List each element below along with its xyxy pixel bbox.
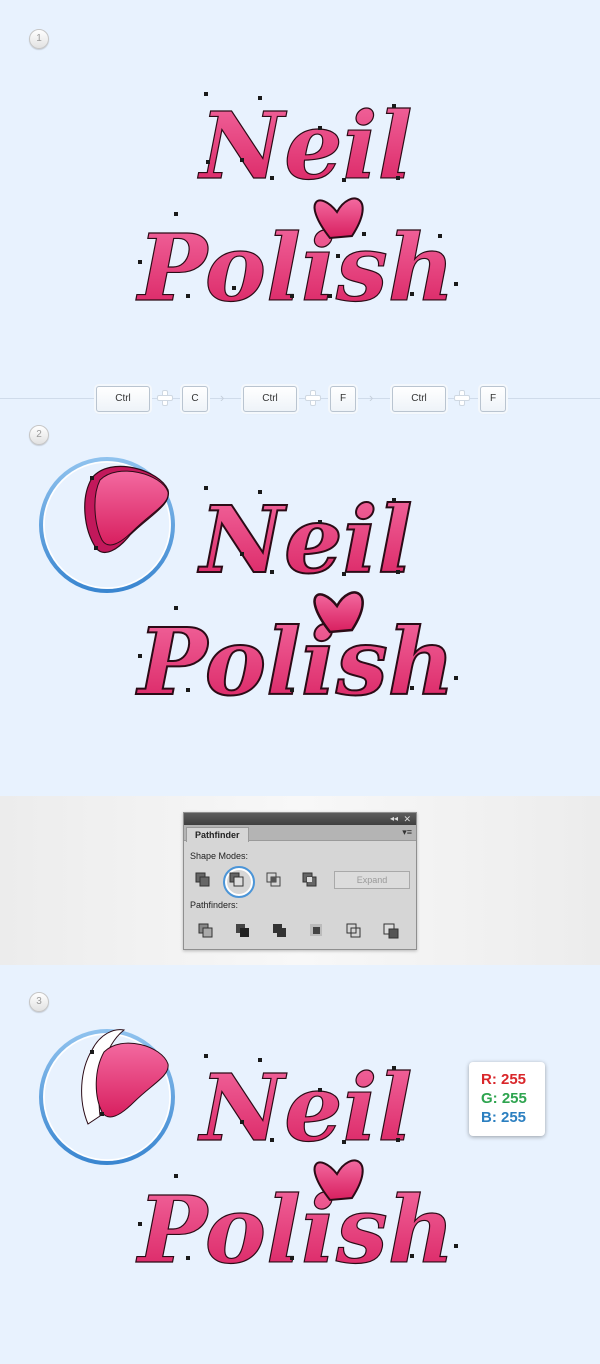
panel-titlebar[interactable]: ◂◂ ✕ bbox=[184, 813, 416, 825]
collapse-icon[interactable]: ◂◂ bbox=[390, 813, 398, 825]
key-ctrl-2: Ctrl bbox=[243, 386, 297, 412]
key-c: C bbox=[182, 386, 208, 412]
word-polish-3: Polish bbox=[135, 1176, 455, 1284]
pathfinder-panel: ◂◂ ✕ Pathfinder ▾≡ Shape Modes: Expand P… bbox=[183, 812, 417, 950]
panel-tabbar: Pathfinder ▾≡ bbox=[184, 825, 416, 842]
chevron-right-icon: › bbox=[220, 390, 225, 405]
outline-icon[interactable] bbox=[346, 923, 362, 939]
minus-back-icon[interactable] bbox=[383, 923, 399, 939]
minus-front-icon[interactable] bbox=[229, 872, 245, 888]
tab-pathfinder[interactable]: Pathfinder bbox=[186, 827, 249, 842]
artwork-layer: Neil Polish Neil Polish Neil Polish bbox=[39, 91, 458, 1285]
pathfinders-label: Pathfinders: bbox=[190, 900, 239, 910]
color-value-card: R: 255 G: 255 B: 255 bbox=[469, 1062, 545, 1136]
word-neil-3: Neil bbox=[197, 1054, 413, 1162]
close-icon[interactable]: ✕ bbox=[403, 813, 411, 825]
blue-value: B: 255 bbox=[481, 1109, 527, 1126]
crop-icon[interactable] bbox=[309, 923, 325, 939]
green-value: G: 255 bbox=[481, 1090, 527, 1107]
key-f-1: F bbox=[330, 386, 356, 412]
merge-icon[interactable] bbox=[272, 923, 288, 939]
shortcut-row: Ctrl C › Ctrl F › Ctrl F bbox=[0, 386, 600, 414]
lettering-step-1: Neil Polish bbox=[134, 91, 458, 323]
unite-icon[interactable] bbox=[195, 872, 211, 888]
key-ctrl-3: Ctrl bbox=[392, 386, 446, 412]
word-polish-1: Polish bbox=[135, 214, 455, 322]
plus-icon bbox=[157, 390, 173, 406]
trim-icon[interactable] bbox=[235, 923, 251, 939]
shape-modes-label: Shape Modes: bbox=[190, 851, 249, 861]
lettering-step-2: Neil Polish bbox=[39, 457, 458, 717]
expand-button[interactable]: Expand bbox=[334, 871, 410, 889]
plus-icon bbox=[454, 390, 470, 406]
word-neil-2: Neil bbox=[197, 486, 413, 594]
chevron-right-icon: › bbox=[369, 390, 374, 405]
divide-icon[interactable] bbox=[198, 923, 214, 939]
red-value: R: 255 bbox=[481, 1071, 527, 1088]
word-polish-2: Polish bbox=[135, 608, 455, 716]
plus-icon bbox=[305, 390, 321, 406]
word-neil-1: Neil bbox=[197, 92, 413, 200]
exclude-icon[interactable] bbox=[302, 872, 318, 888]
panel-menu-icon[interactable]: ▾≡ bbox=[402, 827, 412, 838]
key-ctrl-1: Ctrl bbox=[96, 386, 150, 412]
lettering-step-3: Neil Polish bbox=[39, 1029, 458, 1285]
intersect-icon[interactable] bbox=[266, 872, 282, 888]
key-f-2: F bbox=[480, 386, 506, 412]
